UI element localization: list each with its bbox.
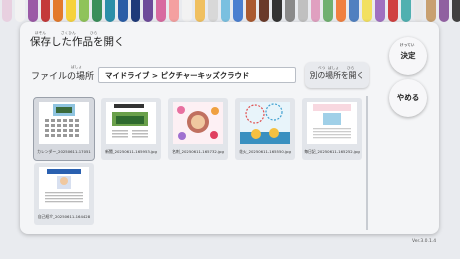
fireworks-thumbnail [240,102,290,144]
other-ruby-2: ばしょ [328,66,340,70]
decide-ruby: けってい [400,43,415,47]
crayon [40,0,51,22]
crayon [349,0,360,22]
crayon [284,0,295,22]
location-label: ファイルの場所 [31,72,95,82]
file-tile[interactable]: 新聞_20250611-165953.jpg [101,98,161,160]
newspaper-thumbnail [106,102,156,144]
crayon [143,0,154,22]
file-name: 新聞_20250611-165953.jpg [105,149,157,154]
file-name: 毎日記_20250611-165252.jpg [304,149,360,154]
decide-label: 決定 [400,51,416,60]
other-ruby-1: べつ [318,66,326,70]
crayon [310,0,321,22]
crayon [387,0,398,22]
crayon [79,0,90,22]
crayon [220,0,231,22]
crayon [53,0,64,22]
crayon [362,0,372,22]
crayon [413,0,424,22]
file-tile[interactable]: カレンダー_20250611-17051 [33,97,95,161]
dialog-title: 保存した作品を開く [30,36,125,48]
crayon [66,0,77,22]
crayon [439,0,450,22]
crayon [426,0,437,22]
file-tile[interactable]: 名刺_20250611-165732.jpg [168,98,228,160]
crayon [182,0,192,22]
crayon [117,0,128,22]
crayon [104,0,115,22]
profile-thumbnail [39,167,89,209]
crayon [2,0,12,22]
other-location-label: 別の場所を開く [309,71,365,80]
file-tile[interactable]: 花火_20250611-165550.jpg [235,98,295,160]
open-other-location-button[interactable]: べつ ばしょ ひら 別の場所を開く [305,62,369,88]
calendar-thumbnail [39,102,89,144]
file-name: カレンダー_20250611-17051 [37,149,91,154]
crayon [272,0,282,22]
crayon [156,0,167,22]
path-field[interactable]: マイドライブ > ピクチャーキッズクラウド [98,67,296,83]
file-tile[interactable]: 毎日記_20250611-165252.jpg [302,98,362,160]
cancel-button[interactable]: やめる [389,79,427,117]
file-name: 名刺_20250611-165732.jpg [172,149,224,154]
crayon [130,0,141,22]
crayon [207,0,218,22]
crayon [374,0,385,22]
version-label: Ver.3.0.1.4 [412,239,437,244]
other-ruby-3: ひら [347,66,355,70]
decide-button[interactable]: けってい 決定 [389,37,427,75]
diary-thumbnail [307,102,357,144]
crayon [27,0,38,22]
cancel-label: やめる [396,93,420,102]
crayon [452,0,460,22]
crayon [169,0,180,22]
crayon [194,0,205,22]
scrollbar[interactable] [366,96,368,230]
crayon [14,0,25,22]
crayon [297,0,308,22]
crayon [92,0,102,22]
crayon [336,0,347,22]
crayon [400,0,411,22]
file-tile[interactable]: 自己紹介_20250611-164428 [34,163,94,225]
crayon [233,0,244,22]
crayon [246,0,257,22]
crayon [323,0,334,22]
file-name: 自己紹介_20250611-164428 [37,214,91,219]
file-grid: カレンダー_20250611-17051 新聞_20250611-165953.… [30,94,362,232]
file-name: 花火_20250611-165550.jpg [239,149,291,154]
card-thumbnail [173,102,223,144]
crayon [259,0,270,22]
